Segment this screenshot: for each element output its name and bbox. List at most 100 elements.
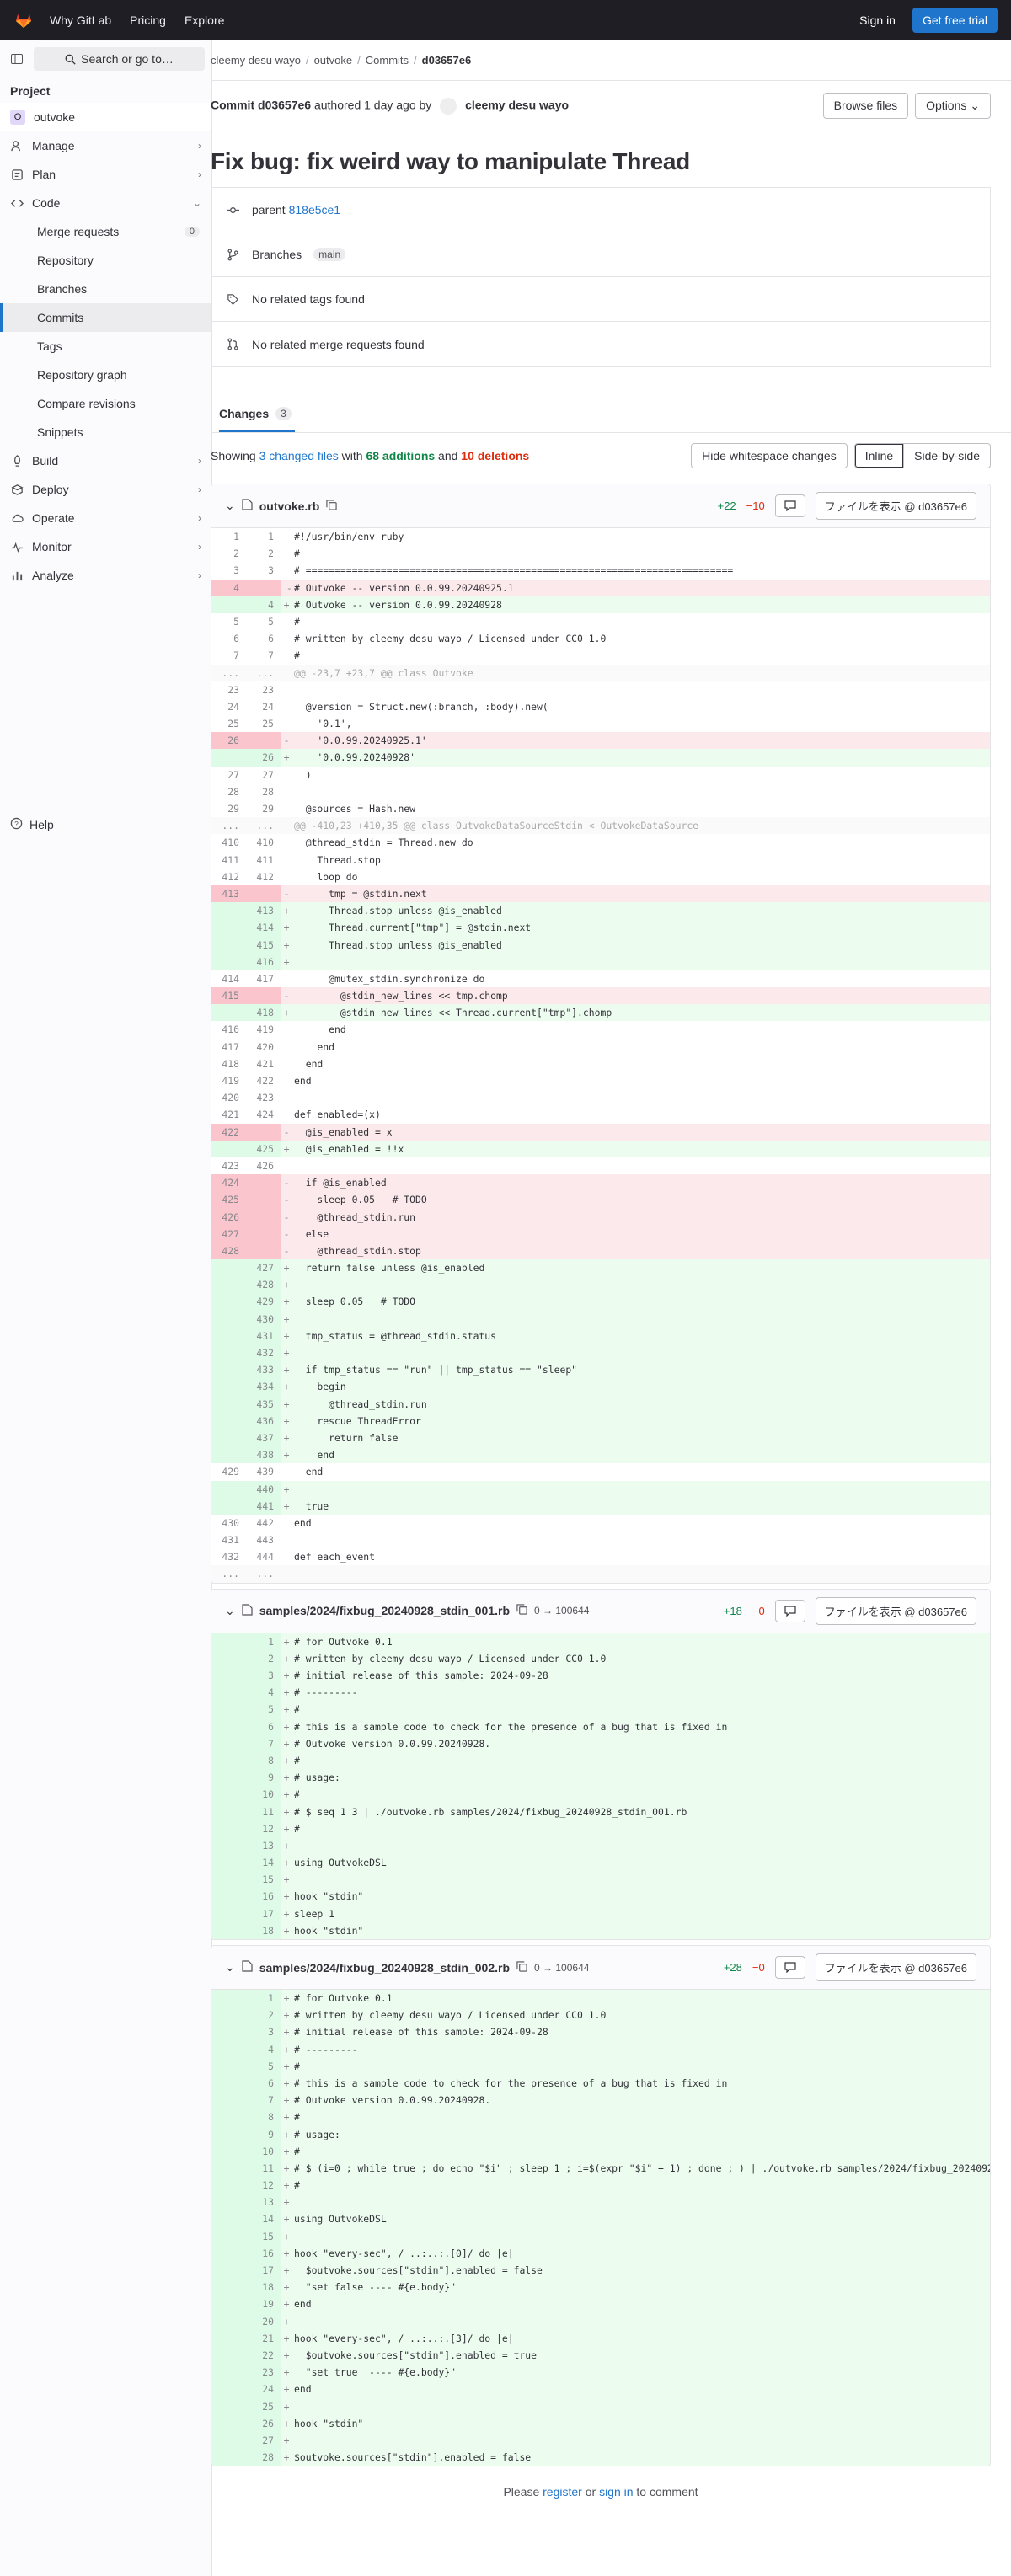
new-line-number[interactable]: 20 bbox=[246, 2312, 281, 2330]
new-line-number[interactable]: 444 bbox=[246, 1548, 281, 1565]
old-line-number[interactable] bbox=[211, 1633, 246, 1650]
sidebar-toggle-icon[interactable] bbox=[7, 49, 27, 69]
new-line-number[interactable]: 422 bbox=[246, 1072, 281, 1089]
old-line-number[interactable]: 421 bbox=[211, 1106, 246, 1123]
new-line-number[interactable]: 8 bbox=[246, 2108, 281, 2126]
old-line-number[interactable] bbox=[211, 2159, 246, 2178]
copy-icon[interactable] bbox=[326, 499, 337, 513]
old-line-number[interactable] bbox=[211, 1412, 246, 1430]
old-line-number[interactable]: ... bbox=[211, 665, 246, 681]
old-line-number[interactable]: 415 bbox=[211, 987, 246, 1005]
sidebar-item-manage[interactable]: Manage › bbox=[0, 131, 211, 160]
old-line-number[interactable] bbox=[211, 936, 246, 954]
old-line-number[interactable] bbox=[211, 1734, 246, 1752]
new-line-number[interactable]: 15 bbox=[246, 2227, 281, 2245]
old-line-number[interactable] bbox=[211, 2125, 246, 2143]
new-line-number[interactable]: 423 bbox=[246, 1089, 281, 1106]
sidebar-item-deploy[interactable]: Deploy › bbox=[0, 475, 211, 504]
old-line-number[interactable]: 2 bbox=[211, 545, 246, 562]
new-line-number[interactable]: 16 bbox=[246, 1888, 281, 1905]
old-line-number[interactable]: 430 bbox=[211, 1515, 246, 1531]
sidebar-item-analyze[interactable]: Analyze › bbox=[0, 561, 211, 590]
new-line-number[interactable] bbox=[246, 732, 281, 750]
new-line-number[interactable] bbox=[246, 1242, 281, 1260]
old-line-number[interactable] bbox=[211, 1888, 246, 1905]
new-line-number[interactable]: 13 bbox=[246, 1836, 281, 1855]
sidebar-item-build[interactable]: Build › bbox=[0, 446, 211, 475]
old-line-number[interactable] bbox=[211, 2074, 246, 2092]
new-line-number[interactable]: 11 bbox=[246, 2159, 281, 2178]
new-line-number[interactable]: 24 bbox=[246, 2381, 281, 2398]
old-line-number[interactable] bbox=[211, 2449, 246, 2466]
sidebar-item-monitor[interactable]: Monitor › bbox=[0, 532, 211, 561]
sidebar-item-repository-graph[interactable]: Repository graph bbox=[0, 361, 211, 389]
new-line-number[interactable]: 10 bbox=[246, 1786, 281, 1804]
old-line-number[interactable]: 426 bbox=[211, 1208, 246, 1226]
new-line-number[interactable]: 6 bbox=[246, 630, 281, 647]
nav-pricing[interactable]: Pricing bbox=[130, 13, 166, 27]
sign-in-link[interactable]: Sign in bbox=[859, 13, 896, 27]
old-line-number[interactable]: 417 bbox=[211, 1039, 246, 1056]
new-line-number[interactable]: 15 bbox=[246, 1871, 281, 1889]
old-line-number[interactable] bbox=[211, 919, 246, 937]
old-line-number[interactable] bbox=[211, 1667, 246, 1685]
new-line-number[interactable] bbox=[246, 884, 281, 903]
old-line-number[interactable] bbox=[211, 902, 246, 920]
old-line-number[interactable]: 26 bbox=[211, 732, 246, 750]
new-line-number[interactable]: 6 bbox=[246, 1718, 281, 1735]
new-line-number[interactable]: 432 bbox=[246, 1344, 281, 1362]
inline-view-button[interactable]: Inline bbox=[853, 443, 905, 468]
copy-icon[interactable] bbox=[516, 1960, 527, 1975]
view-file-button[interactable]: ファイルを表示 @ d03657e6 bbox=[815, 1953, 976, 1981]
new-line-number[interactable]: 7 bbox=[246, 647, 281, 664]
new-line-number[interactable]: 3 bbox=[246, 562, 281, 579]
browse-files-button[interactable]: Browse files bbox=[822, 93, 909, 119]
sidebar-item-branches[interactable]: Branches bbox=[0, 275, 211, 303]
new-line-number[interactable]: 2 bbox=[246, 545, 281, 562]
new-line-number[interactable]: 414 bbox=[246, 919, 281, 937]
old-line-number[interactable] bbox=[211, 2346, 246, 2365]
new-line-number[interactable]: 14 bbox=[246, 1854, 281, 1872]
side-by-side-view-button[interactable]: Side-by-side bbox=[904, 443, 991, 468]
new-line-number[interactable]: 429 bbox=[246, 1293, 281, 1311]
old-line-number[interactable] bbox=[211, 1701, 246, 1718]
new-line-number[interactable]: 433 bbox=[246, 1361, 281, 1379]
new-line-number[interactable]: 22 bbox=[246, 2346, 281, 2365]
sidebar-item-commits[interactable]: Commits bbox=[0, 303, 211, 332]
new-line-number[interactable] bbox=[246, 1191, 281, 1209]
old-line-number[interactable] bbox=[211, 1429, 246, 1447]
old-line-number[interactable] bbox=[211, 1803, 246, 1820]
new-line-number[interactable]: 419 bbox=[246, 1021, 281, 1038]
new-line-number[interactable]: 420 bbox=[246, 1039, 281, 1056]
file-name[interactable]: samples/2024/fixbug_20240928_stdin_002.r… bbox=[259, 1961, 510, 1975]
old-line-number[interactable] bbox=[211, 2210, 246, 2228]
new-line-number[interactable]: 441 bbox=[246, 1497, 281, 1515]
sidebar-item-compare-revisions[interactable]: Compare revisions bbox=[0, 389, 211, 418]
nav-why-gitlab[interactable]: Why GitLab bbox=[50, 13, 111, 27]
old-line-number[interactable]: 27 bbox=[211, 767, 246, 783]
old-line-number[interactable] bbox=[211, 2329, 246, 2347]
old-line-number[interactable]: 416 bbox=[211, 1021, 246, 1038]
old-line-number[interactable]: 422 bbox=[211, 1123, 246, 1141]
old-line-number[interactable]: 412 bbox=[211, 868, 246, 885]
old-line-number[interactable] bbox=[211, 2007, 246, 2024]
old-line-number[interactable] bbox=[211, 1344, 246, 1362]
new-line-number[interactable] bbox=[246, 1123, 281, 1141]
new-line-number[interactable]: 26 bbox=[246, 749, 281, 767]
new-line-number[interactable]: 3 bbox=[246, 2023, 281, 2041]
new-line-number[interactable]: 436 bbox=[246, 1412, 281, 1430]
parent-sha-link[interactable]: 818e5ce1 bbox=[289, 203, 341, 216]
old-line-number[interactable] bbox=[211, 2312, 246, 2330]
new-line-number[interactable]: 25 bbox=[246, 2397, 281, 2415]
old-line-number[interactable]: 23 bbox=[211, 681, 246, 698]
old-line-number[interactable] bbox=[211, 1921, 246, 1939]
new-line-number[interactable]: 12 bbox=[246, 1820, 281, 1837]
new-line-number[interactable]: 7 bbox=[246, 2092, 281, 2109]
old-line-number[interactable] bbox=[211, 1480, 246, 1498]
copy-icon[interactable] bbox=[516, 1604, 527, 1617]
new-line-number[interactable]: 412 bbox=[246, 868, 281, 885]
old-line-number[interactable]: 6 bbox=[211, 630, 246, 647]
old-line-number[interactable] bbox=[211, 2177, 246, 2194]
old-line-number[interactable] bbox=[211, 2023, 246, 2041]
old-line-number[interactable]: 411 bbox=[211, 852, 246, 868]
